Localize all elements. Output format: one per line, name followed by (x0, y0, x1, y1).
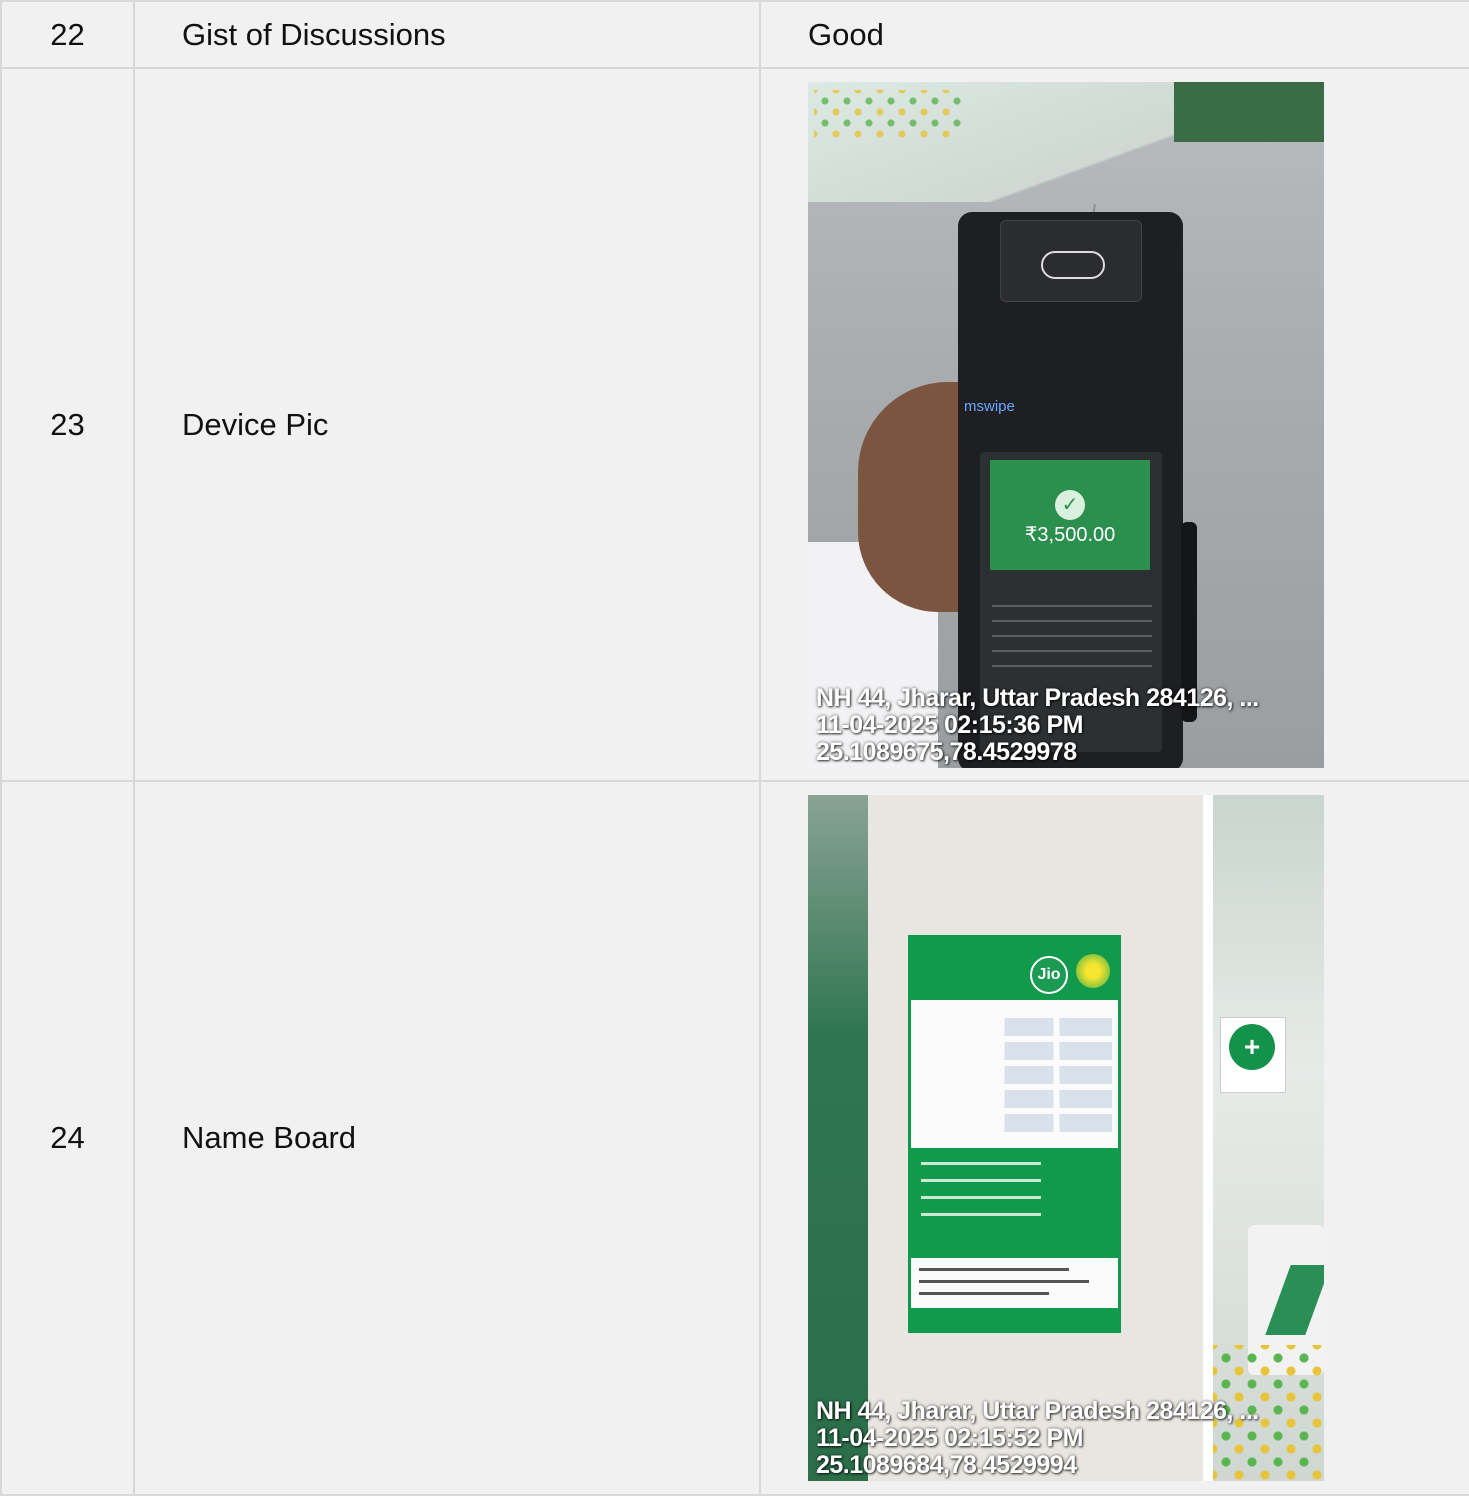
jio-logo: Jio (1030, 956, 1068, 994)
screen-detail-rows (992, 592, 1152, 680)
report-table: 22 Gist of Discussions Good 23 Device Pi… (0, 0, 1469, 1496)
name-board-photo: Jio + NH 44, Jharar, Uttar Pradesh 28412… (808, 795, 1324, 1481)
row-label: Gist of Discussions (133, 0, 761, 69)
board-header: Jio (911, 938, 1118, 1000)
overlay-timestamp: 11-04-2025 02:15:36 PM (816, 710, 1083, 739)
overlay-address: NH 44, Jharar, Uttar Pradesh 284126, ... (816, 683, 1259, 712)
board-footer (911, 1308, 1118, 1330)
screen-status-panel: ✓ ₹3,500.00 (990, 459, 1150, 570)
first-aid-sign: + (1220, 1017, 1286, 1093)
overlay-timestamp: 11-04-2025 02:15:52 PM (816, 1424, 1083, 1452)
overlay-coordinates: 25.1089675,78.4529978 (816, 737, 1077, 766)
photo-geotag-overlay: NH 44, Jharar, Uttar Pradesh 284126, ...… (816, 683, 1259, 766)
row-label: Device Pic (133, 67, 761, 782)
photo-pillar (1203, 795, 1213, 1481)
device-photo: mswipe ✓ ₹3,500.00 NH 44, Jharar, Uttar … (808, 81, 1324, 768)
printer-lid (1000, 219, 1142, 302)
row-photo-cell: mswipe ✓ ₹3,500.00 NH 44, Jharar, Uttar … (759, 67, 1469, 782)
screen-amount: ₹3,500.00 (1024, 523, 1116, 546)
table-row: 24 Name Board Jio + NH 44, Jharar, Uttar… (0, 780, 1469, 1496)
nfc-icon (1041, 250, 1105, 279)
board-station-info (911, 1148, 1118, 1258)
name-board: Jio (908, 935, 1121, 1333)
checkmark-icon: ✓ (1055, 489, 1085, 520)
left-glass (808, 795, 868, 1481)
first-aid-icon: + (1229, 1024, 1275, 1070)
bucket-logo (1265, 1265, 1324, 1335)
overlay-address: NH 44, Jharar, Uttar Pradesh 284126, ... (816, 1397, 1259, 1425)
row-photo-cell: Jio + NH 44, Jharar, Uttar Pradesh 28412… (759, 780, 1469, 1496)
bp-logo-icon (1076, 954, 1110, 988)
photo-geotag-overlay: NH 44, Jharar, Uttar Pradesh 284126, ...… (816, 1398, 1259, 1479)
row-value: Good (759, 0, 1469, 69)
row-number: 24 (0, 780, 135, 1496)
device-brand-logo: mswipe (964, 397, 1015, 415)
photo-grass (1174, 81, 1324, 142)
table-row: 23 Device Pic mswipe ✓ ₹3,500.00 NH 44, … (0, 67, 1469, 782)
row-number: 22 (0, 0, 135, 69)
dot-pattern (814, 89, 964, 140)
table-row: 22 Gist of Discussions Good (0, 0, 1469, 69)
overlay-coordinates: 25.1089684,78.4529994 (816, 1451, 1077, 1479)
row-number: 23 (0, 67, 135, 782)
row-label: Name Board (133, 780, 761, 1496)
board-fields (917, 1018, 1112, 1138)
